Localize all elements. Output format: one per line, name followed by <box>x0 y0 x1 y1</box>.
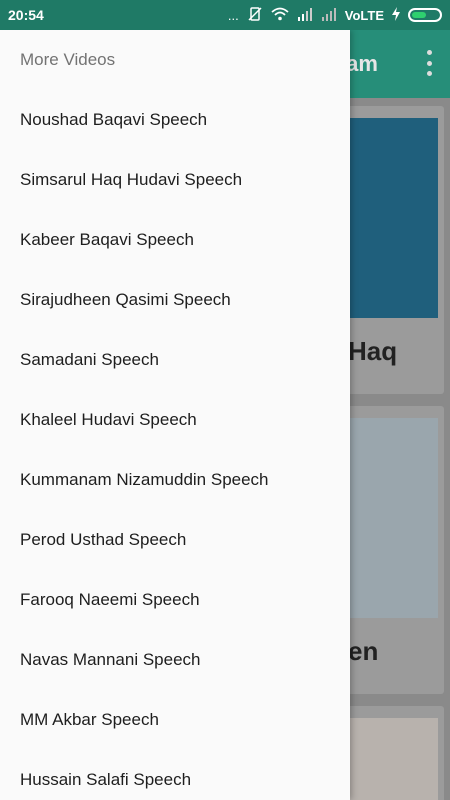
charging-icon <box>392 6 400 24</box>
drawer-item-kummanam-nizamuddin[interactable]: Kummanam Nizamuddin Speech <box>0 450 350 510</box>
status-time: 20:54 <box>8 7 44 23</box>
video-thumbnail <box>348 718 438 800</box>
drawer-item-simsarul-haq-hudavi[interactable]: Simsarul Haq Hudavi Speech <box>0 150 350 210</box>
navigation-drawer: More Videos Noushad Baqavi Speech Simsar… <box>0 30 350 800</box>
drawer-header: More Videos <box>20 50 116 69</box>
drawer-menu: Noushad Baqavi Speech Simsarul Haq Hudav… <box>0 90 350 800</box>
overflow-menu-icon[interactable] <box>426 50 432 76</box>
status-icons: ... VoLTE <box>228 6 442 25</box>
vibrate-off-icon <box>247 6 263 25</box>
network-type: VoLTE <box>344 7 384 23</box>
video-thumbnail <box>348 118 438 318</box>
drawer-item-khaleel-hudavi[interactable]: Khaleel Hudavi Speech <box>0 390 350 450</box>
signal-icon-2 <box>321 7 337 24</box>
drawer-item-farooq-naeemi[interactable]: Farooq Naeemi Speech <box>0 570 350 630</box>
drawer-item-kabeer-baqavi[interactable]: Kabeer Baqavi Speech <box>0 210 350 270</box>
video-card[interactable]: Haq <box>340 106 444 394</box>
notification-dots-icon: ... <box>227 7 239 23</box>
battery-icon <box>408 8 442 22</box>
video-card[interactable] <box>340 706 444 800</box>
signal-icon <box>297 7 313 24</box>
drawer-item-navas-mannani[interactable]: Navas Mannani Speech <box>0 630 350 690</box>
wifi-icon <box>271 7 289 24</box>
video-thumbnail <box>348 418 438 618</box>
video-card-title: Haq <box>348 336 398 366</box>
drawer-item-noushad-baqavi[interactable]: Noushad Baqavi Speech <box>0 90 350 150</box>
video-card-title: en <box>348 636 379 666</box>
drawer-item-hussain-salafi[interactable]: Hussain Salafi Speech <box>0 750 350 800</box>
drawer-item-sirajudheen-qasimi[interactable]: Sirajudheen Qasimi Speech <box>0 270 350 330</box>
drawer-item-samadani[interactable]: Samadani Speech <box>0 330 350 390</box>
drawer-item-mm-akbar[interactable]: MM Akbar Speech <box>0 690 350 750</box>
status-bar: 20:54 ... VoLTE <box>0 0 450 30</box>
drawer-item-perod-usthad[interactable]: Perod Usthad Speech <box>0 510 350 570</box>
video-card[interactable]: en <box>340 406 444 694</box>
